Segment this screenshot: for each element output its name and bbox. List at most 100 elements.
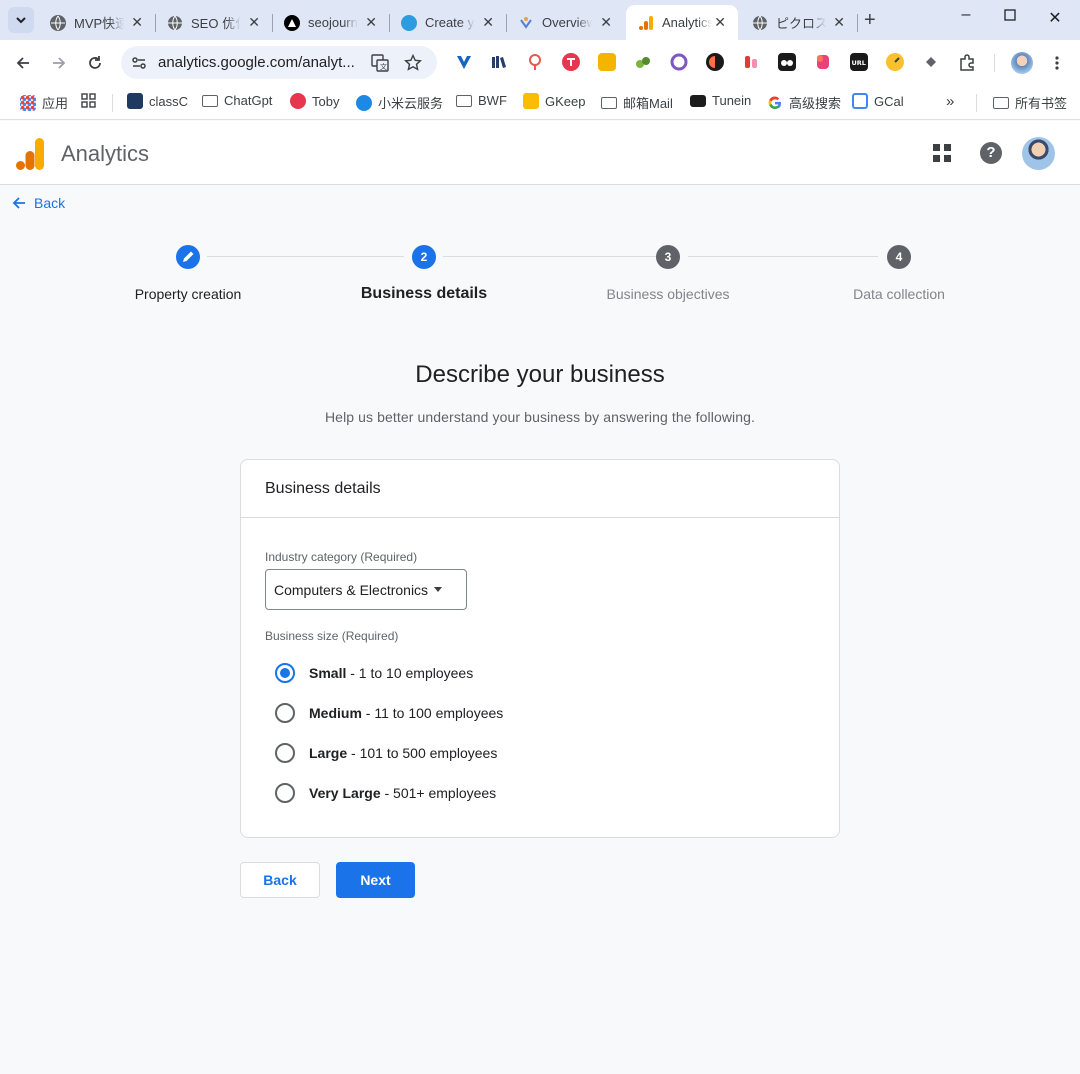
radio-button-checked[interactable] (275, 663, 295, 683)
account-avatar[interactable] (1022, 137, 1055, 170)
bookmark-label: GKeep (545, 93, 586, 109)
star-icon[interactable] (404, 54, 422, 72)
step-connector (688, 256, 878, 257)
bookmark-tunein[interactable]: Tunein (690, 93, 751, 108)
close-icon[interactable]: ✕ (482, 14, 494, 31)
bookmark-chatgpt[interactable]: ChatGpt (202, 93, 272, 108)
business-size-option-very-large[interactable]: Very Large - 501+ employees (275, 783, 496, 803)
browser-tab[interactable]: SEO 优化 ✕ (155, 5, 273, 40)
bookmark-mail[interactable]: 邮箱Mail (601, 93, 673, 112)
minimize-button[interactable]: – (954, 6, 978, 24)
extension-figma-icon[interactable] (814, 53, 832, 71)
extension-url-icon[interactable]: URL (850, 53, 868, 71)
extension-glasses-icon[interactable] (778, 53, 796, 71)
keep-icon (523, 93, 539, 109)
close-icon[interactable]: ✕ (600, 14, 612, 31)
classc-icon (127, 93, 143, 109)
globe-icon (50, 14, 66, 31)
site-info-icon (132, 57, 146, 69)
back-button[interactable]: Back (240, 862, 320, 898)
browser-tab[interactable]: ピクロス ✕ (740, 5, 858, 40)
bookmark-label: 邮箱Mail (623, 96, 673, 111)
step-2-label: Business details (360, 285, 488, 302)
reload-icon (89, 56, 101, 69)
browser-tab[interactable]: MVP快速 ✕ (38, 5, 156, 40)
close-icon[interactable]: ✕ (365, 14, 377, 31)
app-header: Analytics ? (0, 121, 1080, 185)
radio-button[interactable] (275, 703, 295, 723)
tab-search-button[interactable] (8, 7, 34, 33)
step-1-label: Property creation (134, 286, 242, 302)
industry-category-label: Industry category (Required) (265, 550, 418, 564)
step-2-indicator: 2 (412, 245, 436, 269)
radio-button[interactable] (275, 743, 295, 763)
industry-category-select[interactable]: Computers & Electronics (265, 569, 467, 610)
reload-button[interactable] (84, 52, 106, 74)
gcal-icon (852, 93, 868, 109)
help-icon[interactable]: ? (980, 142, 1002, 164)
tab-title: Analytics (662, 15, 712, 30)
bookmarks-overflow-button[interactable]: » (946, 93, 954, 110)
extension-diamond-icon[interactable] (922, 53, 940, 71)
grid-icon (81, 93, 96, 108)
bookmark-classc[interactable]: classC (127, 93, 188, 109)
all-bookmarks-button[interactable]: 所有书签 (993, 93, 1067, 112)
extension-toby-icon[interactable] (562, 53, 580, 71)
maximize-button[interactable] (998, 8, 1022, 26)
close-icon[interactable]: ✕ (714, 14, 726, 31)
address-bar[interactable]: analytics.google.com/analyt... 文 (121, 46, 437, 79)
browser-profile-avatar[interactable] (1011, 52, 1033, 74)
browser-tab-strip: MVP快速 ✕ SEO 优化 ✕ seojourney ✕ Create y ✕… (0, 0, 1080, 40)
forward-nav-button[interactable] (48, 52, 70, 74)
folder-icon (456, 95, 472, 107)
extension-dark-icon[interactable] (706, 53, 724, 71)
back-link[interactable]: Back (12, 195, 65, 211)
bookmark-mi-cloud[interactable]: 小米云服务 (356, 93, 443, 112)
apps-grid-icon (20, 94, 36, 111)
bookmark-advanced-search[interactable]: 高级搜索 (767, 93, 841, 112)
business-size-option-medium[interactable]: Medium - 11 to 100 employees (275, 703, 503, 723)
window-close-button[interactable]: ✕ (1043, 8, 1067, 28)
bookmark-label: GCal (874, 93, 904, 109)
extension-pin-icon[interactable] (526, 53, 544, 71)
browser-tab[interactable]: Overview ✕ (506, 5, 624, 40)
extension-v-icon[interactable] (455, 53, 473, 71)
radio-button[interactable] (275, 783, 295, 803)
extension-books-icon[interactable] (490, 53, 508, 71)
bookmark-bwf[interactable]: BWF (456, 93, 507, 108)
chevron-down-icon (16, 17, 26, 24)
bookmark-apps[interactable]: 应用 (20, 93, 68, 112)
close-icon[interactable]: ✕ (248, 14, 260, 31)
new-tab-button[interactable]: + (864, 9, 876, 32)
page-subtitle: Help us better understand your business … (324, 409, 756, 425)
extension-speed-icon[interactable] (886, 53, 904, 71)
extension-g-icon[interactable] (670, 53, 688, 71)
extension-red-icon[interactable] (742, 53, 760, 71)
browser-menu-button[interactable] (1046, 52, 1068, 74)
business-size-option-large[interactable]: Large - 101 to 500 employees (275, 743, 497, 763)
browser-tab-active[interactable]: Analytics ✕ (626, 5, 738, 40)
option-name: Small (309, 665, 347, 681)
app-title: Analytics (61, 141, 150, 166)
industry-category-value: Computers & Electronics (274, 581, 429, 598)
browser-tab[interactable]: Create y ✕ (389, 5, 507, 40)
folder-icon (993, 97, 1009, 109)
close-icon[interactable]: ✕ (833, 14, 845, 31)
bookmark-grid[interactable] (81, 93, 97, 109)
option-detail: - 101 to 500 employees (347, 745, 498, 761)
bookmark-gkeep[interactable]: GKeep (523, 93, 585, 109)
bookmark-gcal[interactable]: GCal (852, 93, 904, 109)
extension-tampermonkey-icon[interactable] (634, 53, 652, 71)
next-button[interactable]: Next (336, 862, 415, 898)
business-size-option-small[interactable]: Small - 1 to 10 employees (275, 663, 473, 683)
back-link-label: Back (34, 195, 66, 211)
apps-grid-button[interactable] (932, 143, 952, 163)
extension-rss-icon[interactable] (598, 53, 616, 71)
translate-icon[interactable]: 文 (371, 54, 389, 72)
option-name: Medium (309, 705, 362, 721)
close-icon[interactable]: ✕ (131, 14, 143, 31)
extensions-puzzle-icon[interactable] (958, 53, 976, 71)
bookmark-toby[interactable]: Toby (290, 93, 339, 109)
back-nav-button[interactable] (12, 52, 34, 74)
browser-tab[interactable]: seojourney ✕ (272, 5, 390, 40)
